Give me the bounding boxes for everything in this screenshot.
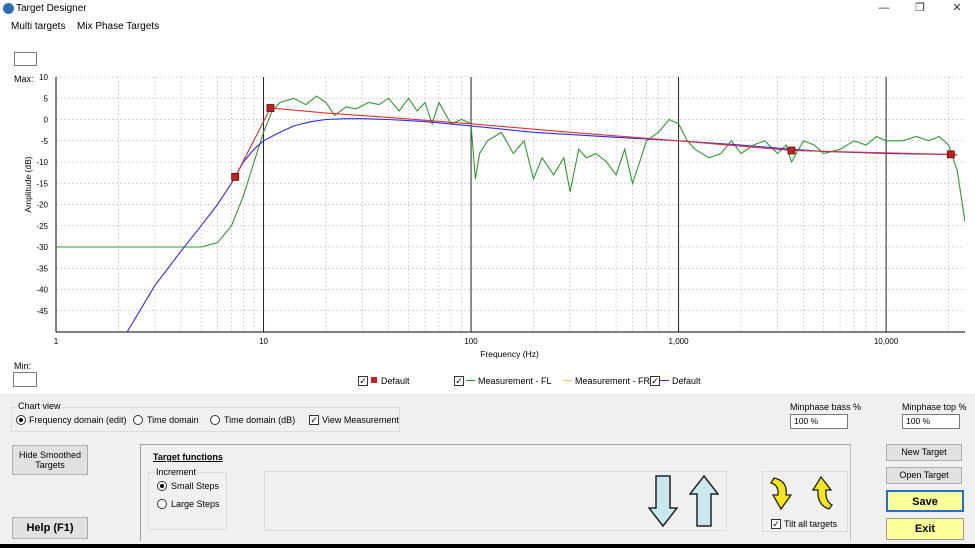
- radio-time-domain-label: Time domain: [147, 415, 199, 425]
- target-functions-title: Target functions: [153, 452, 223, 462]
- legend-default-2-label: Default: [672, 376, 701, 386]
- x-tick-label: 100: [464, 337, 478, 346]
- legend-fl-swatch: [466, 380, 475, 381]
- menu-multi-targets[interactable]: Multi targets: [11, 21, 65, 32]
- exit-button[interactable]: Exit: [886, 518, 964, 540]
- radio-time-domain-db-label: Time domain (dB): [224, 415, 296, 425]
- minphase-top-label: Minphase top %: [902, 402, 967, 412]
- radio-time-domain-db[interactable]: [210, 415, 220, 425]
- radio-frequency-domain-label: Frequency domain (edit): [29, 415, 127, 425]
- y-tick-label: -25: [36, 222, 48, 231]
- legend-default-label: Default: [381, 376, 410, 386]
- x-tick-label: 10,000: [874, 337, 899, 346]
- legend-default-2-checkbox[interactable]: ✓: [650, 376, 660, 386]
- small-steps-label: Small Steps: [171, 481, 220, 491]
- legend-measurement-fr-label: Measurement - FR: [575, 376, 651, 386]
- tilt-up-icon[interactable]: [808, 475, 836, 511]
- radio-large-steps[interactable]: [157, 499, 167, 509]
- close-icon[interactable]: ✕: [950, 1, 964, 15]
- app-icon: [3, 3, 14, 14]
- measurement-fl-line: [56, 95, 965, 248]
- y-tick-label: -40: [36, 286, 48, 295]
- arrow-up-icon[interactable]: [689, 474, 719, 528]
- frequency-response-chart[interactable]: 10 5 0 -5 -10 -15 -20 -25 -30 -35 -40 -45 1 10 100 1,00…: [0, 36, 975, 394]
- radio-time-domain[interactable]: [133, 415, 143, 425]
- save-button[interactable]: Save: [886, 490, 964, 512]
- y-tick-label: -35: [36, 264, 48, 273]
- y-tick-label: -20: [36, 201, 48, 210]
- minimize-icon[interactable]: —: [877, 1, 891, 15]
- view-measurement-checkbox[interactable]: ✓: [309, 415, 319, 425]
- view-measurement-label: View Measurement: [322, 415, 399, 425]
- help-button[interactable]: Help (F1): [12, 517, 88, 539]
- default-blue-line: [126, 118, 958, 332]
- control-point: [946, 150, 955, 159]
- radio-frequency-domain[interactable]: [16, 415, 26, 425]
- legend-measurement-fl-checkbox[interactable]: ✓: [454, 376, 464, 386]
- y-tick-label: -5: [41, 137, 49, 146]
- y-axis-title: Amplitude (dB): [23, 156, 33, 212]
- legend-default-checkbox[interactable]: ✓: [358, 376, 368, 386]
- legend-measurement-fl-label: Measurement - FL: [478, 376, 552, 386]
- y-tick-label: -30: [36, 243, 48, 252]
- control-point: [266, 104, 275, 112]
- x-axis-title: Frequency (Hz): [480, 349, 539, 359]
- hide-smoothed-targets-button[interactable]: Hide Smoothed Targets: [12, 445, 88, 475]
- title-bar: Target Designer — ❐ ✕: [0, 0, 975, 18]
- minphase-bass-input[interactable]: 100 %: [790, 414, 848, 429]
- y-tick-label: -45: [36, 307, 48, 316]
- menu-bar: Multi targets Mix Phase Targets: [0, 18, 975, 36]
- y-tick-label: 0: [44, 116, 49, 125]
- y-tick-label: -15: [36, 179, 48, 188]
- tilt-all-label: Tilt all targets: [784, 519, 838, 529]
- large-steps-label: Large Steps: [171, 499, 220, 509]
- radio-small-steps[interactable]: [157, 481, 167, 491]
- x-tick-label: 10: [259, 337, 268, 346]
- bottom-border: [0, 544, 975, 548]
- x-tick-label: 1,000: [669, 337, 690, 346]
- legend-fr-swatch: [563, 380, 572, 381]
- legend-default-swatch: [371, 377, 377, 383]
- minphase-top-input[interactable]: 100 %: [902, 414, 960, 429]
- minphase-bass-label: Minphase bass %: [790, 402, 862, 412]
- y-tick-label: -10: [36, 158, 48, 167]
- open-target-button[interactable]: Open Target: [886, 467, 962, 484]
- chart-view-title: Chart view: [17, 401, 62, 411]
- control-point: [231, 172, 240, 181]
- tilt-all-checkbox[interactable]: ✓: [771, 519, 781, 529]
- y-tick-label: 10: [39, 73, 48, 82]
- tilt-down-icon[interactable]: [768, 475, 796, 511]
- legend-default-2-swatch: [660, 380, 669, 381]
- y-tick-label: 5: [44, 94, 49, 103]
- restore-icon[interactable]: ❐: [913, 1, 927, 15]
- window-title: Target Designer: [16, 3, 87, 14]
- arrow-down-icon[interactable]: [648, 474, 678, 528]
- x-tick-label: 1: [54, 337, 59, 346]
- chart-panel: Max: Min: 10 5 0 -5 -10 -15 -20 -25 -30 -35 -40 -45…: [0, 36, 975, 394]
- control-point: [787, 146, 796, 155]
- new-target-button[interactable]: New Target: [886, 444, 962, 461]
- increment-label: Increment: [155, 467, 198, 477]
- menu-mix-phase-targets[interactable]: Mix Phase Targets: [77, 21, 159, 32]
